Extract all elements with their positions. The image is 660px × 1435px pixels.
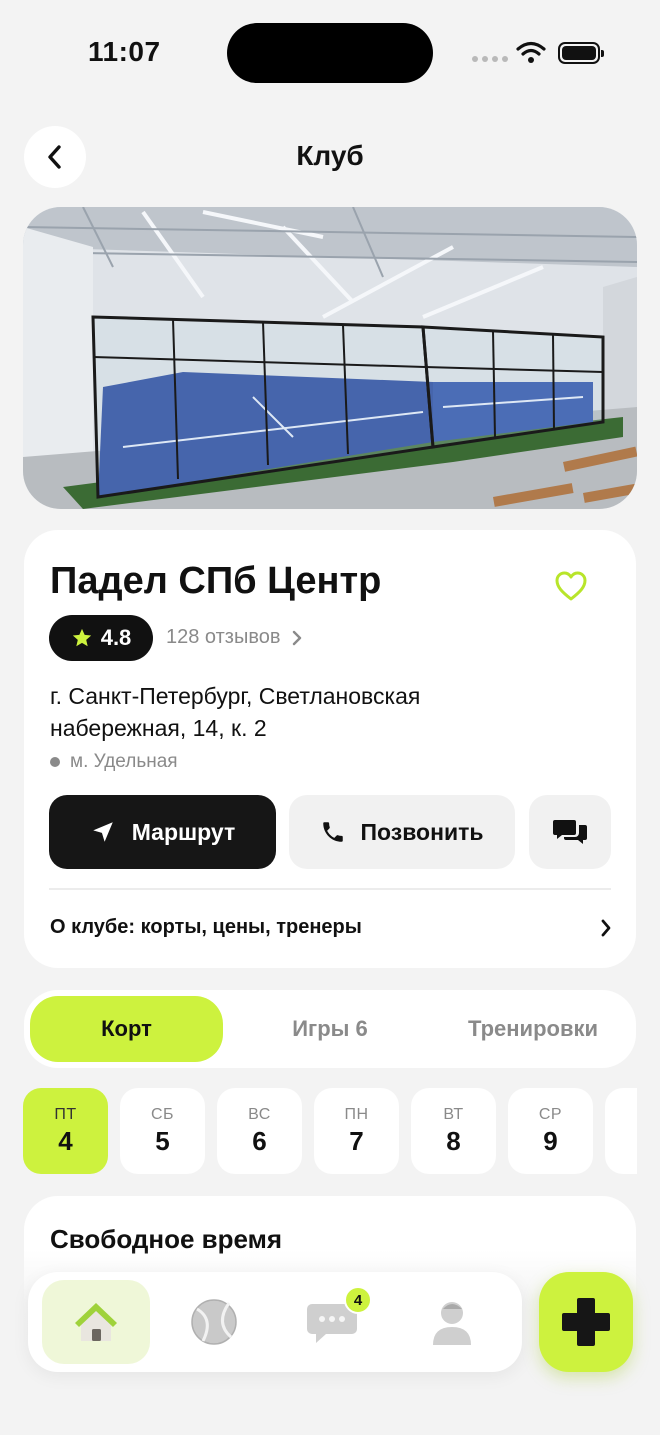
- day-of-week: ВТ: [443, 1105, 464, 1123]
- club-address: г. Санкт-Петербург, Светлановская набере…: [50, 683, 421, 741]
- metro-dot-icon: [50, 757, 60, 767]
- chevron-right-icon: [601, 919, 611, 936]
- divider: [49, 888, 611, 890]
- bottom-nav: 4: [28, 1272, 522, 1372]
- favorite-heart-icon[interactable]: [554, 570, 588, 602]
- nav-messages[interactable]: 4: [278, 1280, 386, 1364]
- day-number: 7: [349, 1125, 364, 1156]
- unread-badge: 4: [344, 1286, 372, 1314]
- club-photo: [23, 207, 637, 509]
- nav-games[interactable]: [160, 1280, 268, 1364]
- rating-badge: 4.8: [49, 615, 153, 661]
- day-of-week: ПН: [344, 1105, 369, 1123]
- ball-icon: [191, 1299, 237, 1345]
- call-button[interactable]: Позвонить: [289, 795, 515, 869]
- reviews-link[interactable]: 128 отзывов: [166, 626, 302, 649]
- route-button[interactable]: Маршрут: [49, 795, 276, 869]
- chat-bubbles-icon: [553, 820, 587, 844]
- day-number: 4: [58, 1125, 73, 1156]
- rating-value: 4.8: [100, 625, 132, 650]
- dynamic-island: [227, 23, 433, 83]
- metro-station: м. Удельная: [50, 751, 178, 773]
- navigation-arrow-icon: [92, 822, 113, 842]
- tab-court[interactable]: Корт: [30, 996, 223, 1062]
- segment-tabs: Корт Игры 6 Тренировки: [24, 990, 636, 1068]
- status-bar: 11:07: [0, 0, 660, 110]
- reviews-count: 128 отзывов: [166, 626, 281, 648]
- wifi-icon: [516, 41, 546, 63]
- club-info-card: Падел СПб Центр 4.8 128 отзывов г. Санкт…: [24, 530, 636, 968]
- day-of-week: ПТ: [54, 1105, 77, 1123]
- status-time: 11:07: [88, 36, 161, 67]
- nav-profile[interactable]: [398, 1280, 506, 1364]
- day-of-week: ВС: [248, 1105, 271, 1123]
- star-icon: [72, 628, 91, 647]
- profile-icon: [433, 1302, 471, 1345]
- chevron-right-icon: [293, 630, 302, 645]
- home-icon: [75, 1303, 117, 1341]
- day-selector: ПТ 4 СБ 5 ВС 6 ПН 7 ВТ 8 СР 9 Ч 1: [23, 1088, 637, 1176]
- about-club-label: О клубе: корты, цены, тренеры: [50, 916, 362, 938]
- add-button[interactable]: [539, 1272, 633, 1372]
- day-item[interactable]: ВТ 8: [411, 1088, 496, 1174]
- nav-home[interactable]: [42, 1280, 150, 1364]
- signal-icon: [472, 56, 508, 62]
- day-number: 6: [252, 1125, 267, 1156]
- call-label: Позвонить: [360, 818, 484, 845]
- day-number: 8: [446, 1125, 461, 1156]
- route-label: Маршрут: [131, 818, 236, 845]
- day-item[interactable]: ПТ 4: [23, 1088, 108, 1174]
- tab-trainings[interactable]: Тренировки: [434, 996, 632, 1062]
- tab-games[interactable]: Игры 6: [234, 996, 426, 1062]
- page-title: Клуб: [296, 140, 364, 171]
- phone-icon: [323, 822, 344, 842]
- day-item[interactable]: СБ 5: [120, 1088, 205, 1174]
- club-name: Падел СПб Центр: [50, 560, 382, 602]
- chat-button[interactable]: [529, 795, 611, 869]
- about-club-link[interactable]: О клубе: корты, цены, тренеры: [50, 916, 612, 939]
- day-number: 9: [543, 1125, 558, 1156]
- day-item[interactable]: ПН 7: [314, 1088, 399, 1174]
- day-item[interactable]: СР 9: [508, 1088, 593, 1174]
- day-item[interactable]: ВС 6: [217, 1088, 302, 1174]
- day-of-week: СБ: [150, 1105, 175, 1123]
- battery-icon: [558, 42, 604, 64]
- plus-icon: [562, 1298, 610, 1346]
- day-item[interactable]: Ч 1: [605, 1088, 637, 1174]
- day-number: 5: [155, 1125, 170, 1156]
- day-of-week: СР: [538, 1105, 563, 1123]
- metro-label: м. Удельная: [70, 751, 178, 772]
